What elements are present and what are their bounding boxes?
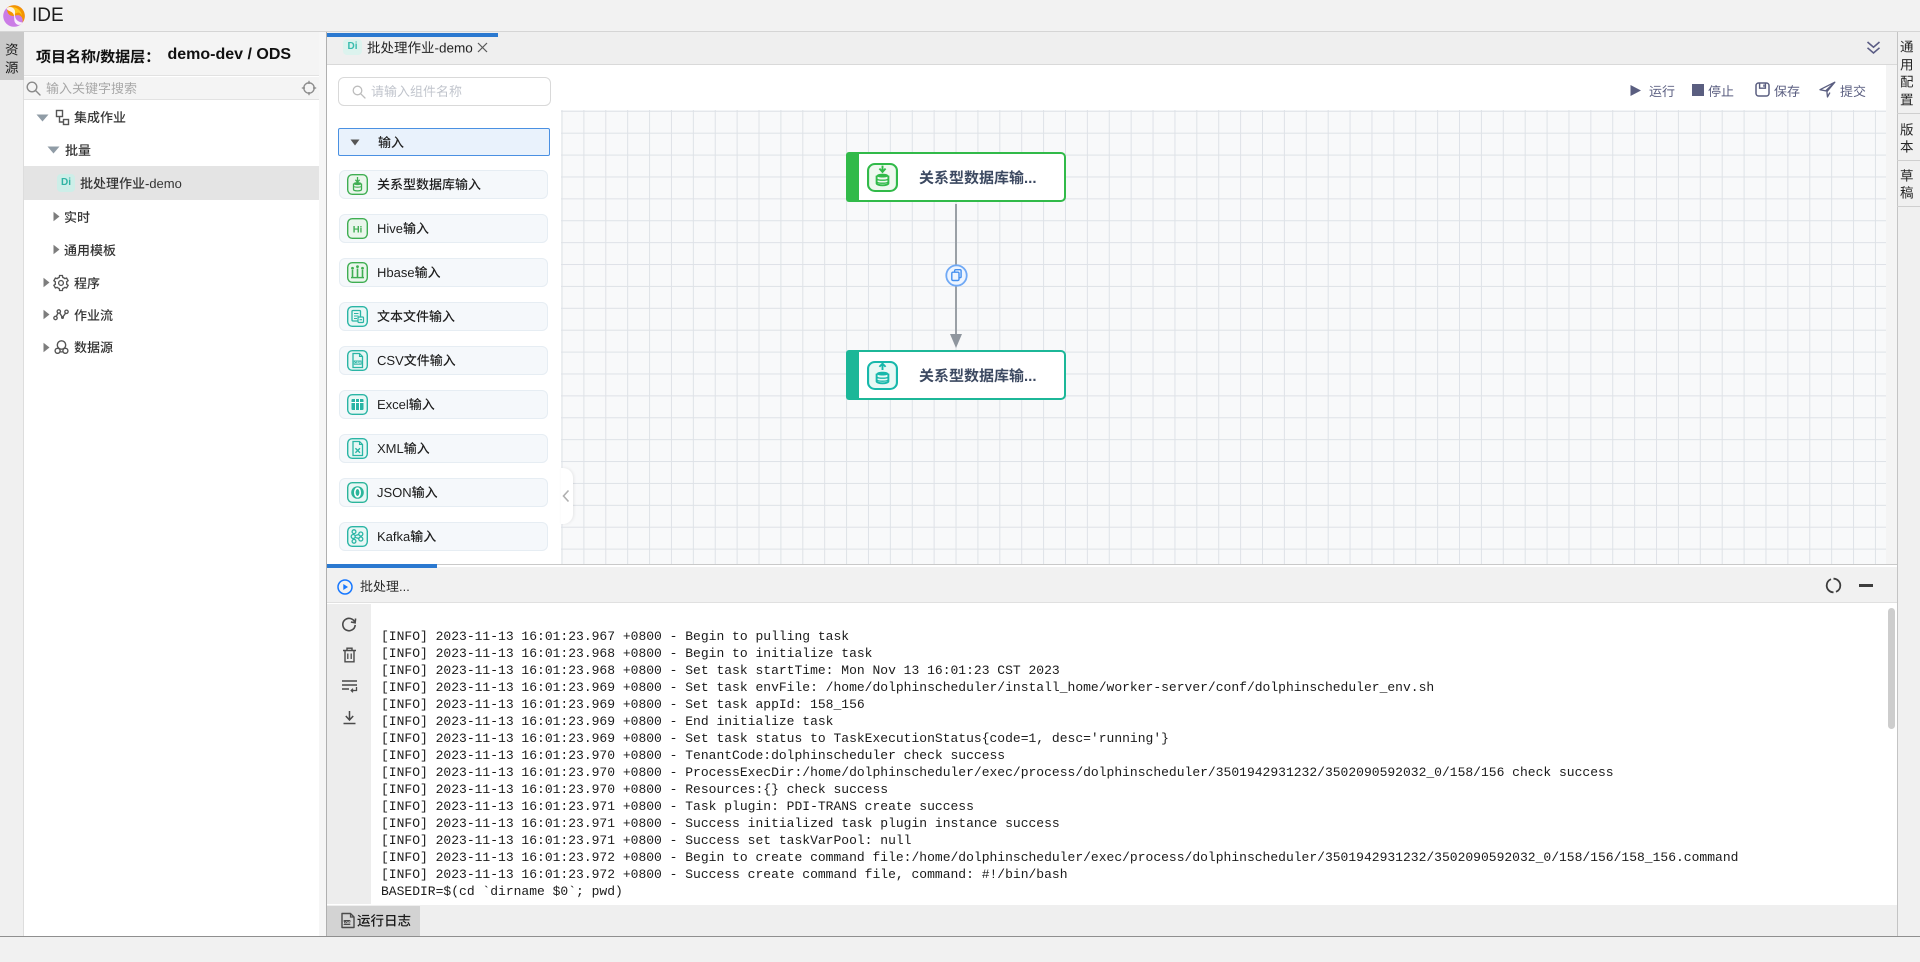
svg-text:Hi: Hi [353, 224, 363, 235]
svg-text:CSV: CSV [354, 361, 362, 365]
svg-text:LOG: LOG [343, 921, 351, 925]
